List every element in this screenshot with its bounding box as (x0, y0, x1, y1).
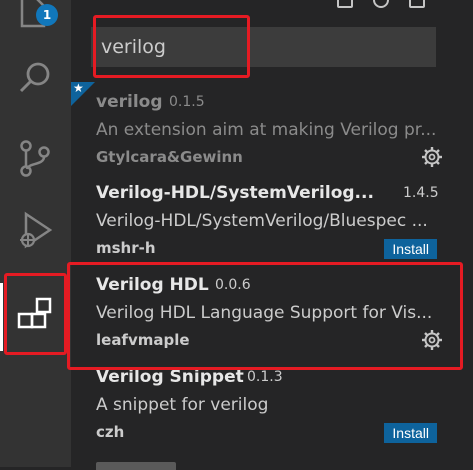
extension-name: Verilog-HDL/SystemVerilog... (96, 183, 374, 203)
activity-item-explorer[interactable]: 1 (0, 0, 71, 44)
extensions-panel: ··· ★ verilog 0.1.5 An extension aim at … (71, 0, 473, 467)
notification-badge: 1 (36, 4, 58, 26)
extension-item-partial[interactable] (96, 458, 186, 470)
run-debug-icon (16, 210, 56, 252)
gear-icon[interactable] (421, 329, 443, 351)
extension-item-verilog[interactable]: ★ verilog 0.1.5 An extension aim at maki… (71, 82, 473, 173)
extension-name: verilog (96, 92, 163, 112)
star-icon: ★ (73, 81, 84, 95)
activity-bar: 1 (0, 0, 71, 467)
extension-name: Verilog Snippet (96, 367, 244, 387)
extension-version: 0.0.6 (215, 277, 251, 293)
extension-version: 0.1.5 (169, 94, 205, 110)
extension-search-input[interactable] (91, 27, 436, 67)
filter-icon[interactable] (337, 0, 353, 8)
extension-description: Verilog HDL Language Support for Vis... (96, 303, 441, 323)
extension-publisher: Gtylcara&Gewinn (96, 148, 243, 166)
source-control-icon (16, 138, 54, 178)
extension-item-verilog-hdl-systemverilog[interactable]: Verilog-HDL/SystemVerilog... 1.4.5 Veril… (71, 173, 473, 264)
refresh-icon[interactable] (373, 0, 389, 8)
gear-icon[interactable] (421, 146, 443, 168)
install-button[interactable]: Install (384, 423, 437, 443)
extension-publisher: mshr-h (96, 239, 156, 257)
extension-name: Verilog HDL (96, 275, 209, 295)
extension-version: 1.4.5 (403, 185, 439, 201)
search-icon (16, 60, 54, 98)
active-indicator (0, 283, 3, 351)
extension-description: An extension aim at making Verilog pr... (96, 120, 441, 140)
activity-item-source-control[interactable] (0, 126, 71, 188)
extensions-icon (16, 297, 56, 337)
install-button[interactable]: Install (384, 239, 437, 259)
extension-publisher: czh (96, 423, 124, 441)
extension-item-verilog-hdl[interactable]: Verilog HDL 0.0.6 Verilog HDL Language S… (71, 265, 473, 356)
extension-description: A snippet for verilog (96, 395, 441, 415)
extension-item-verilog-snippet[interactable]: Verilog Snippet 0.1.3 A snippet for veri… (71, 357, 473, 448)
activity-item-run-debug[interactable] (0, 198, 71, 260)
extension-description: Verilog-HDL/SystemVerilog/Bluespec ... (96, 211, 441, 231)
partial-title-placeholder (96, 462, 176, 470)
clear-icon[interactable] (409, 0, 425, 8)
more-actions-icon[interactable]: ··· (449, 0, 461, 4)
activity-item-search[interactable] (0, 48, 71, 110)
activity-item-extensions[interactable] (0, 283, 71, 351)
extension-version: 0.1.3 (247, 369, 283, 385)
extension-publisher: leafvmaple (96, 331, 190, 349)
